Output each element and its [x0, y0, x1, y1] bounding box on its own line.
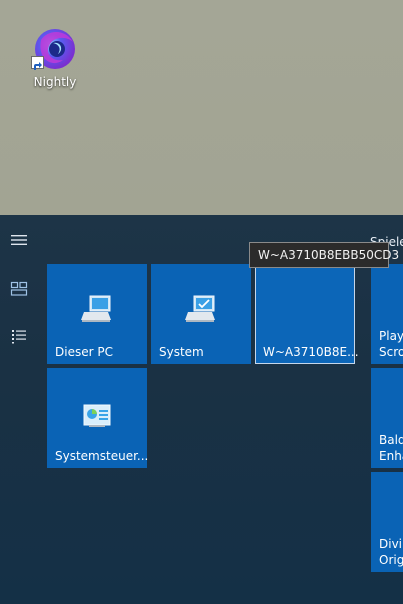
- hamburger-icon: [11, 235, 27, 245]
- menu-button[interactable]: [4, 233, 34, 261]
- desktop: Nightly: [0, 0, 403, 215]
- tiles-view-button[interactable]: [4, 281, 34, 309]
- tiles-view-icon: [10, 281, 28, 296]
- control-panel-icon: [83, 404, 111, 427]
- tile-label: Dieser PC: [55, 345, 113, 359]
- nightly-label: Nightly: [33, 75, 77, 89]
- tile-label: Divin Origi: [379, 537, 403, 567]
- computer-check-icon: [185, 295, 215, 322]
- start-menu: Spiele Dieser PC System W~A3710B8E...: [0, 215, 403, 604]
- computer-icon: [81, 295, 111, 322]
- nightly-shortcut[interactable]: Nightly: [26, 24, 84, 94]
- tile-systemsteuerung[interactable]: Systemsteuer...: [47, 368, 149, 468]
- all-apps-button[interactable]: [4, 328, 34, 356]
- tile-label: System: [159, 345, 204, 359]
- tile-tooltip: W~A3710B8EBB50CD3: [249, 242, 399, 268]
- tile-game-3[interactable]: Divin Origi: [371, 472, 403, 572]
- tile-game-2[interactable]: Bald Enha: [371, 368, 403, 468]
- shortcut-arrow-icon: [31, 56, 44, 70]
- tile-label: Bald Enha: [379, 433, 403, 463]
- tile-w-a3710b8e[interactable]: W~A3710B8E...: [255, 264, 359, 364]
- tile-system[interactable]: System: [151, 264, 251, 364]
- tile-game-1[interactable]: Play Scro: [371, 264, 403, 364]
- tile-label: Systemsteuer...: [55, 449, 149, 463]
- tile-dieser-pc[interactable]: Dieser PC: [47, 264, 147, 364]
- list-view-icon: [12, 330, 26, 344]
- tile-label: W~A3710B8E...: [263, 345, 359, 359]
- tile-label: Play Scro: [379, 329, 403, 359]
